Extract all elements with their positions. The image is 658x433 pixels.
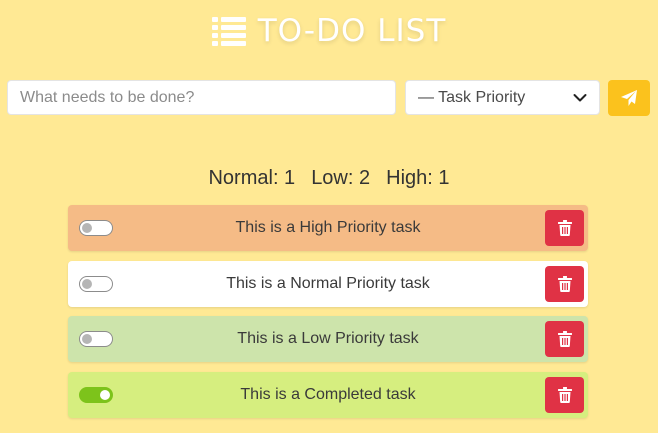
task-text: This is a Normal Priority task: [226, 275, 430, 292]
toggle-knob: [100, 390, 110, 400]
delete-task-button[interactable]: [545, 377, 584, 413]
trash-icon: [557, 220, 572, 236]
list-icon: [211, 17, 246, 46]
app-header: TO-DO LIST: [0, 10, 658, 52]
delete-task-button[interactable]: [545, 210, 584, 246]
delete-task-button[interactable]: [545, 266, 584, 302]
task-item-low: This is a Low Priority task: [68, 316, 588, 362]
priority-stats: Normal: 1 Low: 2 High: 1: [0, 165, 658, 191]
chevron-down-icon: [573, 93, 587, 101]
task-text: This is a High Priority task: [235, 219, 421, 236]
trash-icon: [557, 387, 572, 403]
task-complete-toggle[interactable]: [79, 220, 113, 236]
task-item-normal: This is a Normal Priority task: [68, 261, 588, 307]
task-text: This is a Completed task: [240, 386, 416, 403]
toggle-knob: [82, 279, 92, 289]
task-complete-toggle[interactable]: [79, 331, 113, 347]
task-item-completed: This is a Completed task: [68, 372, 588, 418]
task-complete-toggle[interactable]: [79, 276, 113, 292]
trash-icon: [557, 276, 572, 292]
stat-high: High: 1: [386, 166, 450, 189]
add-task-button[interactable]: [608, 80, 650, 116]
toggle-knob: [82, 334, 92, 344]
delete-task-button[interactable]: [545, 321, 584, 357]
priority-select-value: — Task Priority: [418, 88, 526, 106]
task-item-high: This is a High Priority task: [68, 205, 588, 251]
paper-plane-icon: [621, 90, 637, 106]
task-text: This is a Low Priority task: [237, 330, 419, 347]
app-title: TO-DO LIST: [257, 12, 447, 49]
toggle-knob: [82, 223, 92, 233]
trash-icon: [557, 331, 572, 347]
priority-select[interactable]: — Task Priority: [405, 80, 600, 115]
task-complete-toggle[interactable]: [79, 387, 113, 403]
task-input[interactable]: [7, 80, 396, 115]
stat-low: Low: 2: [311, 166, 371, 189]
stat-normal: Normal: 1: [208, 166, 296, 189]
